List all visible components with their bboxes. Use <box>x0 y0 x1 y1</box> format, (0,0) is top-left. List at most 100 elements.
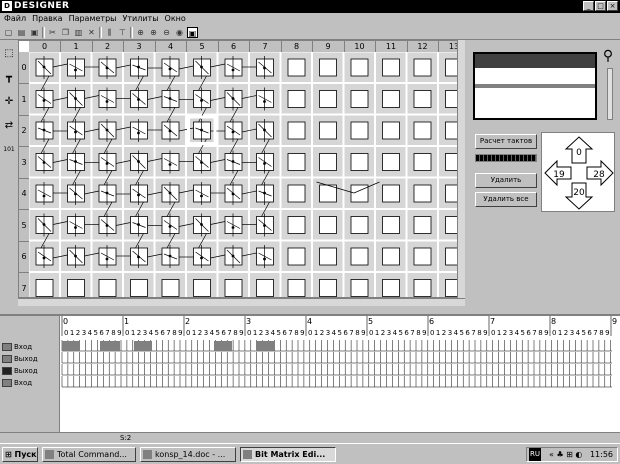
zoom-out-icon[interactable]: ⊖ <box>161 27 172 38</box>
timeline-minor-tick: 5 <box>216 329 220 337</box>
direction-compass[interactable]: 0 19 28 20 <box>541 132 615 212</box>
timeline-major-tick: 0 <box>63 317 68 326</box>
menu-bar: Файл Правка Параметры Утилиты Окно <box>0 13 620 25</box>
cell-block <box>413 153 432 171</box>
column-label: 1 <box>61 41 93 52</box>
save-icon[interactable]: ▣ <box>29 27 40 38</box>
connection-node <box>137 255 140 259</box>
timeline-minor-tick: 9 <box>483 329 487 337</box>
grid-horizontal-scrollbar[interactable] <box>18 298 465 306</box>
app-logo-icon: D <box>2 1 12 11</box>
connection-node <box>74 254 77 258</box>
zoom-in-icon[interactable]: ⊕ <box>148 27 159 38</box>
grid-cells[interactable] <box>29 52 464 297</box>
clock: 11:56 <box>589 450 613 459</box>
status-bar: S:2 <box>0 432 620 442</box>
route-tool-icon[interactable]: ✛ <box>1 94 17 110</box>
signal-item[interactable]: Выход <box>2 366 58 376</box>
label-tool-icon[interactable]: 101 <box>1 142 17 158</box>
menu-params[interactable]: Параметры <box>69 13 117 25</box>
timeline-minor-tick: 3 <box>265 329 269 337</box>
connection-node <box>42 65 46 69</box>
task-total-commander[interactable]: Total Command... <box>42 447 136 462</box>
timeline-minor-tick: 4 <box>332 329 337 337</box>
delete-icon[interactable]: ✕ <box>86 27 97 38</box>
select-tool-icon[interactable]: ⬚ <box>1 46 17 62</box>
signal-item[interactable]: Выход <box>2 354 58 364</box>
close-button[interactable]: × <box>607 1 618 11</box>
tray-icons[interactable]: « ♣ ⊞ ◐ <box>549 448 582 461</box>
connection-node <box>168 254 172 258</box>
new-icon[interactable]: ▢ <box>3 27 14 38</box>
preview-divider <box>475 84 595 88</box>
timeline-minor-tick: 4 <box>271 329 276 337</box>
connection-node <box>42 194 46 198</box>
connection-node <box>263 257 266 261</box>
cell-block <box>319 216 337 234</box>
connection-node <box>200 99 203 102</box>
maximize-button[interactable]: □ <box>595 1 606 11</box>
connection-node <box>74 97 77 100</box>
connection-node <box>263 66 266 70</box>
cell-block <box>256 279 274 297</box>
app-icon <box>243 450 252 459</box>
insert-row-icon[interactable]: ⊤ <box>117 27 128 38</box>
zoom-fit-icon[interactable]: ⊕ <box>135 27 146 38</box>
cut-icon[interactable]: ✂ <box>47 27 58 38</box>
cell-block <box>287 90 306 108</box>
timeline-minor-tick: 3 <box>204 329 208 337</box>
task-bit-matrix[interactable]: Bit Matrix Edi... <box>240 447 336 462</box>
open-icon[interactable]: ▤ <box>16 27 27 38</box>
menu-utils[interactable]: Утилиты <box>122 13 158 25</box>
connection-node <box>42 161 46 164</box>
connection-node <box>231 226 235 229</box>
grid-vertical-scrollbar[interactable] <box>457 40 465 298</box>
timeline-minor-tick: 4 <box>393 329 398 337</box>
timeline-minor-tick: 4 <box>576 329 581 337</box>
signal-item[interactable]: Вход <box>2 342 58 352</box>
zoom-slider[interactable] <box>607 68 613 120</box>
signal-item[interactable]: Вход <box>2 378 58 388</box>
signal-pulse <box>214 341 232 351</box>
start-button[interactable]: ⊞ Пуск <box>2 447 38 462</box>
pin-tool-icon[interactable]: ┳ <box>1 70 17 86</box>
timeline-minor-tick: 1 <box>253 329 257 337</box>
timeline-minor-tick: 2 <box>137 329 141 337</box>
minimize-button[interactable]: _ <box>583 1 594 11</box>
timeline-minor-tick: 5 <box>460 329 464 337</box>
delete-button[interactable]: Удалить <box>475 173 537 188</box>
timeline-major-tick: 1 <box>124 317 129 326</box>
signal-pulse <box>100 341 120 351</box>
timeline-minor-tick: 2 <box>320 329 324 337</box>
cell-block <box>319 121 337 140</box>
timing-diagram[interactable]: 0012345678910123456789201234567893012345… <box>0 314 620 432</box>
menu-file[interactable]: Файл <box>4 13 26 25</box>
row-label: 7 <box>19 273 29 298</box>
mode-icon[interactable]: ▣ <box>187 26 198 38</box>
menu-window[interactable]: Окно <box>165 13 186 25</box>
connection-node <box>137 131 140 135</box>
insert-column-icon[interactable]: ⫼ <box>104 27 115 38</box>
copy-icon[interactable]: ❐ <box>60 27 71 38</box>
compass-bottom-value: 20 <box>573 188 585 198</box>
signal-pulse <box>62 341 80 351</box>
calc-cycles-button[interactable]: Расчет тактов <box>475 134 537 149</box>
timeline-minor-tick: 2 <box>564 329 568 337</box>
matrix-grid[interactable]: 0 1 2 3 4 5 6 7 8 9 10 11 12 13 01234567 <box>18 40 465 298</box>
compass-right-value: 28 <box>593 170 605 180</box>
task-konsp-doc[interactable]: konsp_14.doc - ... <box>140 447 236 462</box>
connection-node <box>263 191 266 195</box>
signal-color-swatch <box>2 367 12 375</box>
magnifier-icon[interactable]: ⚲ <box>599 48 617 68</box>
timeline-minor-tick: 8 <box>172 329 176 337</box>
connect-tool-icon[interactable]: ⇄ <box>1 118 17 134</box>
eye-icon[interactable]: ◉ <box>174 27 185 38</box>
timeline-minor-tick: 9 <box>605 329 609 337</box>
menu-edit[interactable]: Правка <box>32 13 62 25</box>
connection-node <box>168 163 172 166</box>
delete-all-button[interactable]: Удалить все <box>475 192 537 207</box>
connection-node <box>105 100 109 103</box>
language-indicator[interactable]: RU <box>529 448 541 461</box>
paste-icon[interactable]: ▥ <box>73 27 84 38</box>
cell-block <box>413 247 432 266</box>
